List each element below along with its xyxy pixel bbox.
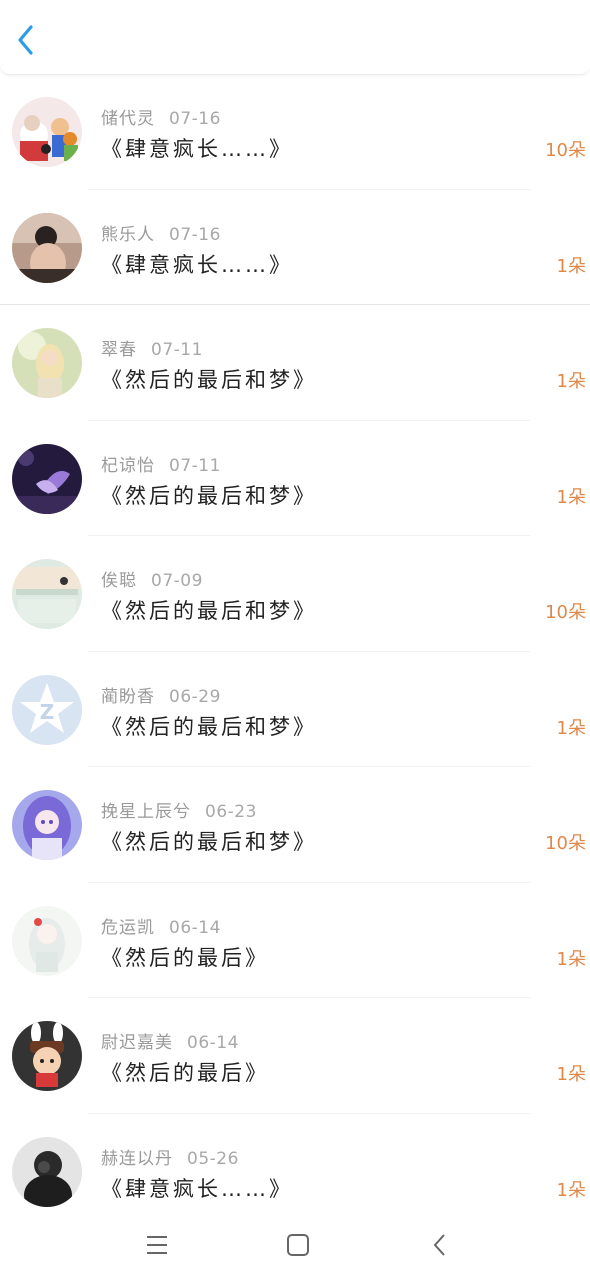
send-date: 07-09 [151,571,203,591]
sender-name: 熊乐人 [101,224,155,245]
flower-count: 1朵 [556,255,586,277]
sender-name: 蔺盼香 [101,686,155,707]
sender-info: 赫连以丹 05-26 [101,1144,239,1169]
sender-info: 俟聪 07-09 [101,566,203,591]
list-item[interactable]: 挽星上辰兮 06-23 《然后的最后和梦》 10朵 [0,767,590,883]
sender-info: 熊乐人 07-16 [101,220,221,245]
back-button[interactable] [8,20,44,60]
list-item[interactable]: 翠春 07-11 《然后的最后和梦》 1朵 [0,305,590,421]
send-date: 06-23 [205,802,257,822]
sender-info: 危运凯 06-14 [101,913,221,938]
send-date: 07-16 [169,109,221,129]
list-item[interactable]: Z 蔺盼香 06-29 《然后的最后和梦》 1朵 [0,652,590,767]
send-date: 07-11 [169,455,221,476]
chevron-left-icon [18,25,33,55]
flower-count: 10朵 [545,140,586,161]
avatar [12,328,82,398]
sender-name: 俟聪 [101,571,137,591]
flower-count: 1朵 [556,717,586,739]
list-item[interactable]: 熊乐人 07-16 《肆意疯长……》 1朵 [0,190,590,305]
avatar [12,212,82,283]
flower-count: 1朵 [556,1064,586,1085]
send-date: 06-14 [187,1033,239,1053]
avatar: Z [12,674,82,745]
work-title[interactable]: 《肆意疯长……》 [101,133,293,163]
work-title[interactable]: 《然后的最后和梦》 [101,480,317,510]
flower-count: 1朵 [556,948,586,970]
work-title[interactable]: 《然后的最后》 [101,1057,269,1087]
send-date: 05-26 [187,1148,239,1169]
system-navigation-bar [0,1210,590,1280]
sender-info: 蔺盼香 06-29 [101,682,221,707]
svg-text:Z: Z [40,700,55,724]
work-title[interactable]: 《然后的最后和梦》 [101,595,317,625]
avatar [12,1021,82,1091]
system-back-button[interactable] [422,1228,458,1262]
sender-info: 翠春 07-11 [101,335,203,360]
menu-icon [147,1236,167,1254]
flower-count: 1朵 [556,1179,586,1201]
work-title[interactable]: 《然后的最后和梦》 [101,826,317,856]
back-chevron-icon [433,1234,445,1256]
list-item[interactable]: 俟聪 07-09 《然后的最后和梦》 10朵 [0,536,590,652]
sender-info: 尉迟嘉美 06-14 [101,1028,239,1053]
sender-name: 储代灵 [101,109,155,129]
send-date: 06-14 [169,917,221,938]
sender-name: 危运凯 [101,917,155,938]
work-title[interactable]: 《肆意疯长……》 [101,249,293,279]
avatar [12,97,82,167]
send-date: 07-16 [169,224,221,245]
work-title[interactable]: 《然后的最后和梦》 [101,711,317,741]
flower-count: 10朵 [545,602,586,623]
menu-button[interactable] [139,1228,175,1262]
send-date: 06-29 [169,686,221,707]
flower-count: 10朵 [545,833,586,854]
work-title[interactable]: 《然后的最后和梦》 [101,364,317,394]
home-square-icon [287,1234,309,1256]
sender-name: 赫连以丹 [101,1148,173,1169]
list-item[interactable]: 危运凯 06-14 《然后的最后》 1朵 [0,883,590,998]
work-title[interactable]: 《肆意疯长……》 [101,1173,293,1203]
sender-info: 杞谅怡 07-11 [101,451,221,476]
work-title[interactable]: 《然后的最后》 [101,942,269,972]
avatar [12,790,82,860]
avatar [12,905,82,976]
sender-info: 储代灵 07-16 [101,104,221,129]
sender-info: 挽星上辰兮 06-23 [101,797,257,822]
avatar [12,443,82,514]
list-item[interactable]: 尉迟嘉美 06-14 《然后的最后》 1朵 [0,998,590,1114]
avatar [12,1136,82,1207]
sender-name: 尉迟嘉美 [101,1033,173,1053]
sender-name: 翠春 [101,340,137,360]
top-bar [0,0,590,75]
home-button[interactable] [280,1228,316,1262]
list-item[interactable]: 储代灵 07-16 《肆意疯长……》 10朵 [0,74,590,190]
send-date: 07-11 [151,340,203,360]
sender-name: 挽星上辰兮 [101,802,191,822]
gift-record-list: 储代灵 07-16 《肆意疯长……》 10朵 熊乐人 07-16 《肆意疯长……》 … [0,74,590,1229]
flower-count: 1朵 [556,371,586,392]
list-item[interactable]: 杞谅怡 07-11 《然后的最后和梦》 1朵 [0,421,590,536]
flower-count: 1朵 [556,486,586,508]
sender-name: 杞谅怡 [101,455,155,476]
avatar [12,559,82,629]
